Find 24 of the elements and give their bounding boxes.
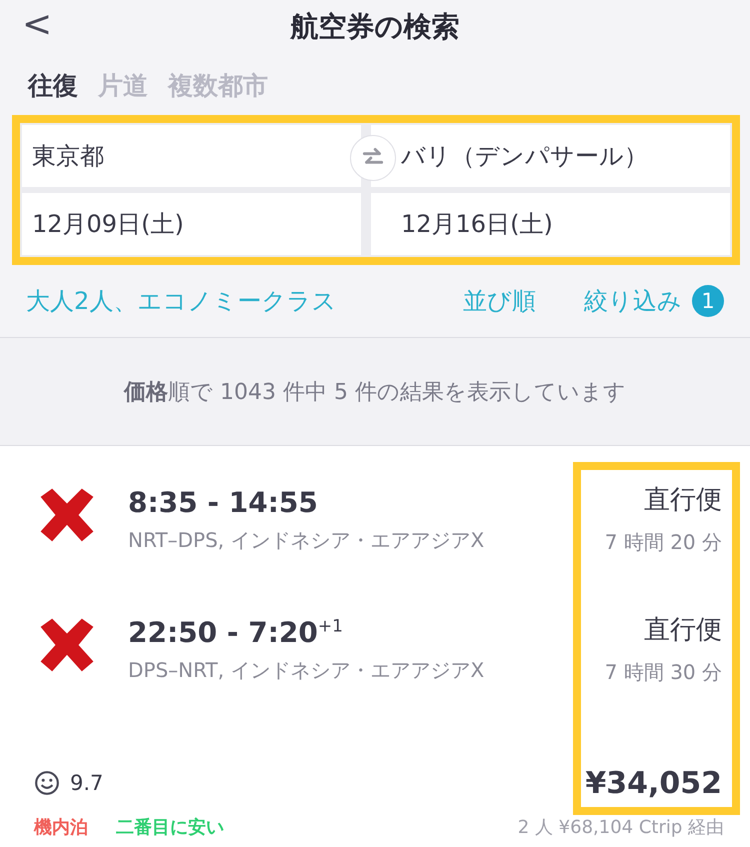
page-title: 航空券の検索: [290, 8, 460, 45]
tag-label: 機内泊: [34, 816, 88, 839]
smiley-icon: [34, 770, 60, 796]
flight-times: 8:35 - 14:55: [128, 486, 319, 519]
duration: 7 時間 30 分: [604, 659, 722, 686]
tag-label: 二番目に安い: [116, 816, 224, 839]
flight-times: 22:50 - 7:20$^{+1}$: [128, 616, 344, 649]
total-price-note: 2 人 ¥68,104 Ctrip 経由: [518, 816, 724, 839]
depart-date-field[interactable]: 12月09日(土): [22, 193, 361, 256]
filter-count-badge: 1: [692, 285, 724, 318]
results-summary: 価格順で 1043 件中 5 件の結果を表示しています: [124, 378, 626, 407]
trip-type-tab[interactable]: 往復: [24, 65, 82, 106]
stops-label: 直行便: [644, 484, 722, 517]
back-button[interactable]: <: [16, 4, 58, 45]
route-airline: NRT–DPS, インドネシア・エアアジアX: [128, 527, 484, 554]
return-date-field[interactable]: 12月16日(土): [371, 193, 730, 256]
stops-label: 直行便: [644, 614, 722, 647]
origin-field[interactable]: 東京都: [22, 125, 361, 188]
result-card[interactable]: 8:35 - 14:55 NRT–DPS, インドネシア・エアアジアX 22:50 - 7:20$^{+1}$ DPS–NRT, インドネシア・エアアジアX 9.7 直行便 7 時間 20 分 直行便 7 時間 30 分 ¥34,052 機内泊 二番目に安い 2 人 ¥68,104 Ctrip 経由: [0, 446, 750, 847]
rating-score: 9.7: [70, 771, 104, 795]
destination-field[interactable]: バリ（デンパサール）: [371, 125, 730, 188]
duration: 7 時間 20 分: [604, 529, 722, 556]
route-airline: DPS–NRT, インドネシア・エアアジアX: [128, 657, 484, 684]
price: ¥34,052: [585, 766, 722, 801]
